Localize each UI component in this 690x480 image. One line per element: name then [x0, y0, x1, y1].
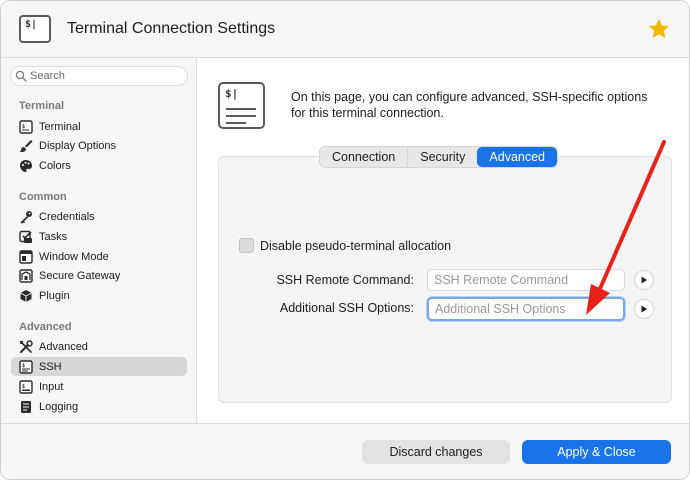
input-icon: $: [19, 379, 33, 394]
sidebar-item-advanced[interactable]: Advanced: [11, 337, 187, 356]
sidebar-item-plugin[interactable]: Plugin: [11, 286, 187, 305]
ssh-page-icon: $|: [218, 82, 265, 129]
section-label-advanced: Advanced: [19, 321, 72, 333]
sidebar-item-label: Secure Gateway: [39, 269, 121, 282]
additional-ssh-options-input[interactable]: [427, 297, 625, 321]
sidebar-item-label: Input: [39, 380, 64, 393]
star-icon[interactable]: [647, 17, 671, 41]
checkbox-label: Disable pseudo-terminal allocation: [260, 238, 452, 253]
play-icon: [641, 305, 647, 313]
palette-icon: [19, 159, 33, 173]
sidebar-item-label: Logging: [39, 400, 79, 413]
disable-pseudo-terminal-checkbox[interactable]: [239, 238, 254, 253]
tasks-icon: [19, 230, 33, 244]
sidebar-item-label: Tasks: [39, 230, 68, 243]
gateway-icon: [19, 268, 33, 283]
apply-and-close-button[interactable]: Apply & Close: [522, 440, 671, 464]
plugin-icon: [19, 289, 33, 303]
sidebar-item-logging[interactable]: Logging: [11, 397, 187, 416]
sidebar-item-label: Colors: [39, 159, 71, 172]
tools-icon: [19, 339, 33, 354]
additional-ssh-options-menu-button[interactable]: [634, 299, 654, 319]
svg-text:$: $: [22, 384, 25, 390]
window-footer: Discard changes Apply & Close: [1, 423, 689, 479]
terminal-connection-icon: $|: [19, 15, 51, 43]
svg-text:$: $: [22, 363, 25, 369]
settings-window: $| Terminal Connection Settings Terminal…: [0, 0, 690, 480]
terminal-icon: $: [19, 119, 33, 134]
sidebar-item-terminal[interactable]: $ Terminal: [11, 117, 187, 136]
ssh-icon: $: [19, 359, 33, 374]
tab-bar: Connection Security Advanced: [319, 146, 559, 168]
sidebar-item-tasks[interactable]: Tasks: [11, 227, 187, 246]
sidebar-item-colors[interactable]: Colors: [11, 156, 187, 175]
tab-advanced[interactable]: Advanced: [477, 147, 558, 167]
sidebar-item-label: Plugin: [39, 289, 70, 302]
search-box[interactable]: [10, 66, 188, 86]
section-label-terminal: Terminal: [19, 100, 65, 112]
sidebar-item-label: Advanced: [39, 340, 88, 353]
search-icon: [15, 70, 27, 82]
play-icon: [641, 276, 647, 284]
sidebar: Terminal $ Terminal Display Options Colo…: [1, 58, 197, 423]
brush-icon: [19, 139, 33, 153]
key-icon: [19, 210, 33, 224]
additional-ssh-options-label: Additional SSH Options:: [279, 301, 414, 315]
ssh-remote-command-menu-button[interactable]: [634, 270, 654, 290]
ssh-remote-command-input[interactable]: [427, 269, 625, 291]
sidebar-item-label: Window Mode: [39, 250, 109, 263]
sidebar-item-credentials[interactable]: Credentials: [11, 207, 187, 226]
window-icon: [19, 249, 33, 264]
logging-icon: [19, 400, 33, 414]
sidebar-item-label: Terminal: [39, 120, 81, 133]
window-header: $| Terminal Connection Settings: [1, 1, 689, 58]
search-input[interactable]: [30, 70, 180, 82]
sidebar-item-secure-gateway[interactable]: Secure Gateway: [11, 266, 187, 285]
tab-security[interactable]: Security: [407, 147, 477, 167]
section-label-common: Common: [19, 191, 67, 203]
tab-connection[interactable]: Connection: [320, 147, 407, 167]
sidebar-item-label: SSH: [39, 360, 62, 373]
discard-changes-button[interactable]: Discard changes: [362, 440, 510, 464]
sidebar-item-label: Display Options: [39, 139, 117, 152]
ssh-remote-command-label: SSH Remote Command:: [276, 273, 414, 287]
svg-text:$: $: [22, 124, 25, 130]
window-title: Terminal Connection Settings: [67, 20, 276, 37]
page-description: On this page, you can configure advanced…: [291, 90, 648, 120]
sidebar-item-input[interactable]: $ Input: [11, 377, 187, 396]
sidebar-item-label: Credentials: [39, 210, 95, 223]
sidebar-item-window-mode[interactable]: Window Mode: [11, 247, 187, 266]
pseudo-terminal-option: Disable pseudo-terminal allocation: [239, 238, 451, 253]
sidebar-item-display-options[interactable]: Display Options: [11, 136, 187, 155]
sidebar-item-ssh[interactable]: $ SSH: [11, 357, 187, 376]
